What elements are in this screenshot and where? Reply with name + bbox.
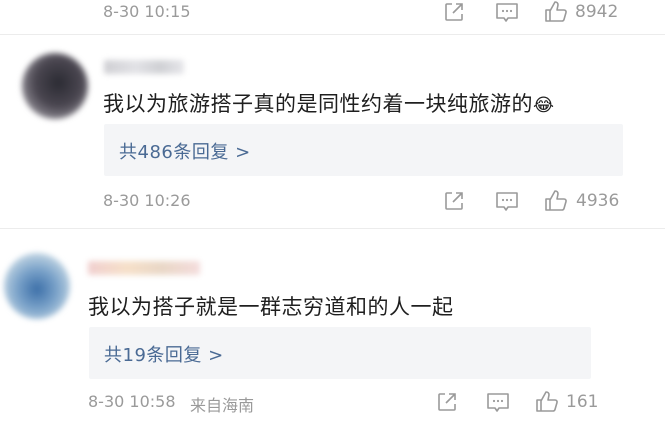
comment-time: 8-30 10:15 bbox=[103, 2, 191, 21]
comment-location: 来自海南 bbox=[190, 396, 255, 415]
divider bbox=[0, 34, 665, 35]
view-replies-link[interactable]: 共19条回复 > bbox=[104, 341, 224, 367]
share-icon[interactable] bbox=[436, 391, 458, 413]
avatar[interactable] bbox=[4, 253, 70, 319]
comment-text: 我以为搭子就是一群志穷道和的人一起 bbox=[88, 295, 454, 319]
share-icon[interactable] bbox=[443, 1, 465, 23]
reply-box[interactable]: 共486条回复 > bbox=[104, 124, 623, 176]
thumbs-up-icon[interactable] bbox=[535, 390, 559, 413]
view-replies-link[interactable]: 共486条回复 > bbox=[119, 138, 251, 164]
laughing-crying-emoji: 😂 bbox=[533, 95, 555, 116]
username[interactable] bbox=[88, 261, 200, 275]
like-count: 161 bbox=[566, 392, 599, 412]
comment-icon[interactable] bbox=[495, 191, 519, 213]
like-count: 4936 bbox=[576, 191, 620, 211]
username[interactable] bbox=[104, 60, 184, 74]
comment-icon[interactable] bbox=[486, 392, 510, 414]
thumbs-up-icon[interactable] bbox=[544, 189, 568, 212]
comment-icon[interactable] bbox=[495, 2, 519, 24]
comment-body: 我以为旅游搭子真的是同性约着一块纯旅游的 bbox=[103, 92, 533, 116]
share-icon[interactable] bbox=[443, 190, 465, 212]
comment-text: 我以为旅游搭子真的是同性约着一块纯旅游的😂 bbox=[103, 88, 555, 118]
comment-time: 8-30 10:58 bbox=[88, 392, 176, 411]
reply-box[interactable]: 共19条回复 > bbox=[89, 327, 591, 379]
like-count: 8942 bbox=[575, 2, 619, 22]
comment-time: 8-30 10:26 bbox=[103, 191, 191, 210]
thumbs-up-icon[interactable] bbox=[544, 0, 568, 23]
avatar[interactable] bbox=[22, 53, 88, 119]
divider bbox=[0, 228, 665, 229]
